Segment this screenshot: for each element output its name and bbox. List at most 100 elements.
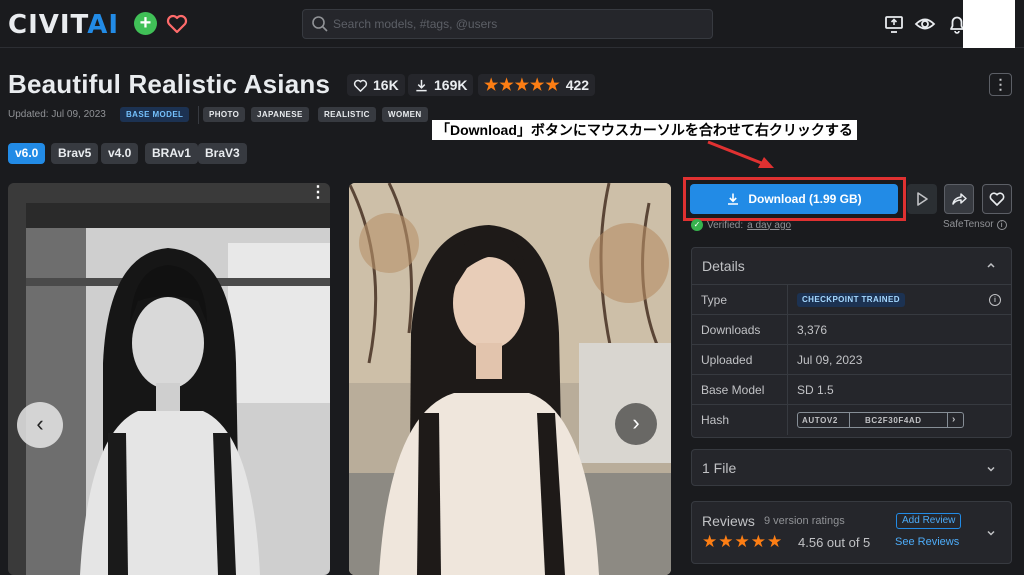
heart-icon bbox=[989, 192, 1005, 206]
files-title: 1 File bbox=[702, 460, 737, 476]
more-options-button[interactable]: ⋮ bbox=[989, 73, 1012, 96]
version-brav5[interactable]: Brav5 bbox=[51, 143, 99, 164]
downloads-count: 169K bbox=[434, 77, 468, 93]
upload-monitor-icon[interactable] bbox=[883, 13, 905, 35]
verified-label: Verified: bbox=[707, 219, 744, 231]
hash-selector[interactable]: AUTOV2 BC2F30F4AD › bbox=[797, 412, 964, 428]
civitai-logo[interactable]: CIVITAI bbox=[8, 10, 119, 40]
download-label: Download (1.99 GB) bbox=[748, 192, 862, 206]
share-icon bbox=[952, 193, 967, 205]
tag-base-model[interactable]: BASE MODEL bbox=[120, 107, 190, 122]
downloads-stat: 169K bbox=[408, 74, 474, 96]
row-label: Hash bbox=[701, 413, 730, 427]
download-icon bbox=[728, 193, 739, 205]
add-review-button[interactable]: Add Review bbox=[896, 513, 962, 529]
page-title: Beautiful Realistic Asians bbox=[8, 69, 331, 99]
reviews-title: Reviews bbox=[702, 513, 755, 529]
chevron-down-icon[interactable] bbox=[985, 527, 997, 539]
gallery-image-1[interactable] bbox=[8, 183, 330, 575]
details-row-hash: Hash AUTOV2 BC2F30F4AD › bbox=[692, 404, 1011, 435]
hash-value[interactable]: BC2F30F4AD bbox=[865, 416, 922, 425]
download-icon bbox=[416, 79, 427, 91]
heart-outline-icon bbox=[353, 79, 368, 92]
likes-stat: 16K bbox=[347, 74, 405, 96]
hash-type: AUTOV2 bbox=[802, 416, 838, 425]
reviews-panel: Reviews 9 version ratings ★★★★★ 4.56 out… bbox=[691, 501, 1012, 564]
type-info-icon[interactable]: i bbox=[989, 294, 1001, 306]
row-label: Downloads bbox=[701, 323, 761, 337]
see-reviews-link[interactable]: See Reviews bbox=[895, 536, 959, 548]
rating-stars: ★★★★★ bbox=[484, 77, 561, 94]
details-row-downloads: Downloads 3,376 bbox=[692, 314, 1011, 345]
rating-stat[interactable]: ★★★★★ 422 bbox=[478, 74, 596, 96]
download-button[interactable]: Download (1.99 GB) bbox=[690, 184, 898, 214]
details-row-base-model: Base Model SD 1.5 bbox=[692, 374, 1011, 405]
version-brav3[interactable]: BraV3 bbox=[198, 143, 247, 164]
row-value: Jul 09, 2023 bbox=[797, 353, 863, 367]
create-plus-button[interactable]: + bbox=[134, 12, 157, 35]
chevron-up-icon[interactable] bbox=[985, 259, 997, 271]
search-bar[interactable] bbox=[302, 9, 713, 39]
row-label: Uploaded bbox=[701, 353, 753, 367]
row-divider bbox=[787, 315, 788, 345]
row-divider bbox=[787, 375, 788, 405]
hash-next-icon[interactable]: › bbox=[952, 414, 956, 425]
top-header: CIVITAI + bbox=[0, 0, 1024, 48]
instruction-annotation: 「Download」ボタンにマウスカーソルを合わせて右クリックする bbox=[432, 120, 857, 140]
logo-accent: AI bbox=[87, 10, 120, 40]
search-input[interactable] bbox=[333, 14, 703, 34]
hash-divider bbox=[849, 413, 850, 427]
like-button[interactable] bbox=[982, 184, 1012, 214]
version-brav1[interactable]: BRAv1 bbox=[145, 143, 198, 164]
verified-time-link[interactable]: a day ago bbox=[747, 220, 791, 231]
details-panel: Details Type CHECKPOINT TRAINED i Downlo… bbox=[691, 247, 1012, 438]
info-icon[interactable]: i bbox=[996, 219, 1007, 230]
tag-japanese[interactable]: JAPANESE bbox=[251, 107, 309, 122]
eye-icon[interactable] bbox=[914, 13, 936, 35]
heart-icon[interactable] bbox=[165, 12, 189, 36]
version-v6-0[interactable]: v6.0 bbox=[8, 143, 46, 164]
files-panel[interactable]: 1 File bbox=[691, 449, 1012, 486]
row-label: Type bbox=[701, 293, 728, 307]
portrait-bw-image bbox=[8, 183, 330, 575]
details-row-uploaded: Uploaded Jul 09, 2023 bbox=[692, 344, 1011, 375]
chevron-down-icon[interactable] bbox=[985, 463, 997, 475]
format-label: SafeTensor bbox=[943, 219, 994, 230]
row-label: Base Model bbox=[701, 383, 765, 397]
tag-women[interactable]: WOMEN bbox=[382, 107, 428, 122]
reviews-stars: ★★★★★ bbox=[702, 532, 784, 551]
portrait-color-image bbox=[349, 183, 671, 575]
play-icon bbox=[917, 192, 928, 206]
annotation-arrow bbox=[707, 140, 774, 168]
verified-status: ✓ Verified: a day ago bbox=[691, 219, 791, 231]
run-button[interactable] bbox=[907, 184, 937, 214]
verified-check-icon: ✓ bbox=[691, 219, 703, 231]
avatar[interactable] bbox=[963, 0, 1015, 48]
tag-photo[interactable]: PHOTO bbox=[203, 107, 246, 122]
updated-date: Updated: Jul 09, 2023 bbox=[8, 109, 106, 120]
search-icon bbox=[311, 15, 329, 33]
row-divider bbox=[787, 405, 788, 435]
gallery-image-2[interactable] bbox=[349, 183, 671, 575]
gallery-prev-button[interactable]: ‹ bbox=[17, 402, 63, 448]
type-badge: CHECKPOINT TRAINED bbox=[797, 293, 905, 307]
details-title: Details bbox=[702, 258, 745, 274]
reviews-score: 4.56 out of 5 bbox=[798, 535, 871, 550]
image-menu-icon[interactable]: ⋮ bbox=[310, 185, 326, 210]
version-v4-0[interactable]: v4.0 bbox=[101, 143, 139, 164]
row-value: 3,376 bbox=[797, 323, 828, 337]
row-divider bbox=[787, 285, 788, 315]
details-row-type: Type CHECKPOINT TRAINED i bbox=[692, 284, 1011, 315]
file-format: SafeTensor i bbox=[943, 219, 1007, 230]
row-value: SD 1.5 bbox=[797, 383, 834, 397]
reviews-count: 9 version ratings bbox=[764, 515, 845, 527]
tag-divider bbox=[198, 106, 199, 124]
likes-count: 16K bbox=[373, 77, 399, 93]
row-divider bbox=[787, 345, 788, 375]
hash-divider bbox=[947, 413, 948, 427]
logo-text: CIVIT bbox=[8, 10, 88, 40]
share-button[interactable] bbox=[944, 184, 974, 214]
rating-count: 422 bbox=[565, 77, 590, 93]
gallery-next-button[interactable]: › bbox=[615, 403, 657, 445]
tag-realistic[interactable]: REALISTIC bbox=[318, 107, 376, 122]
